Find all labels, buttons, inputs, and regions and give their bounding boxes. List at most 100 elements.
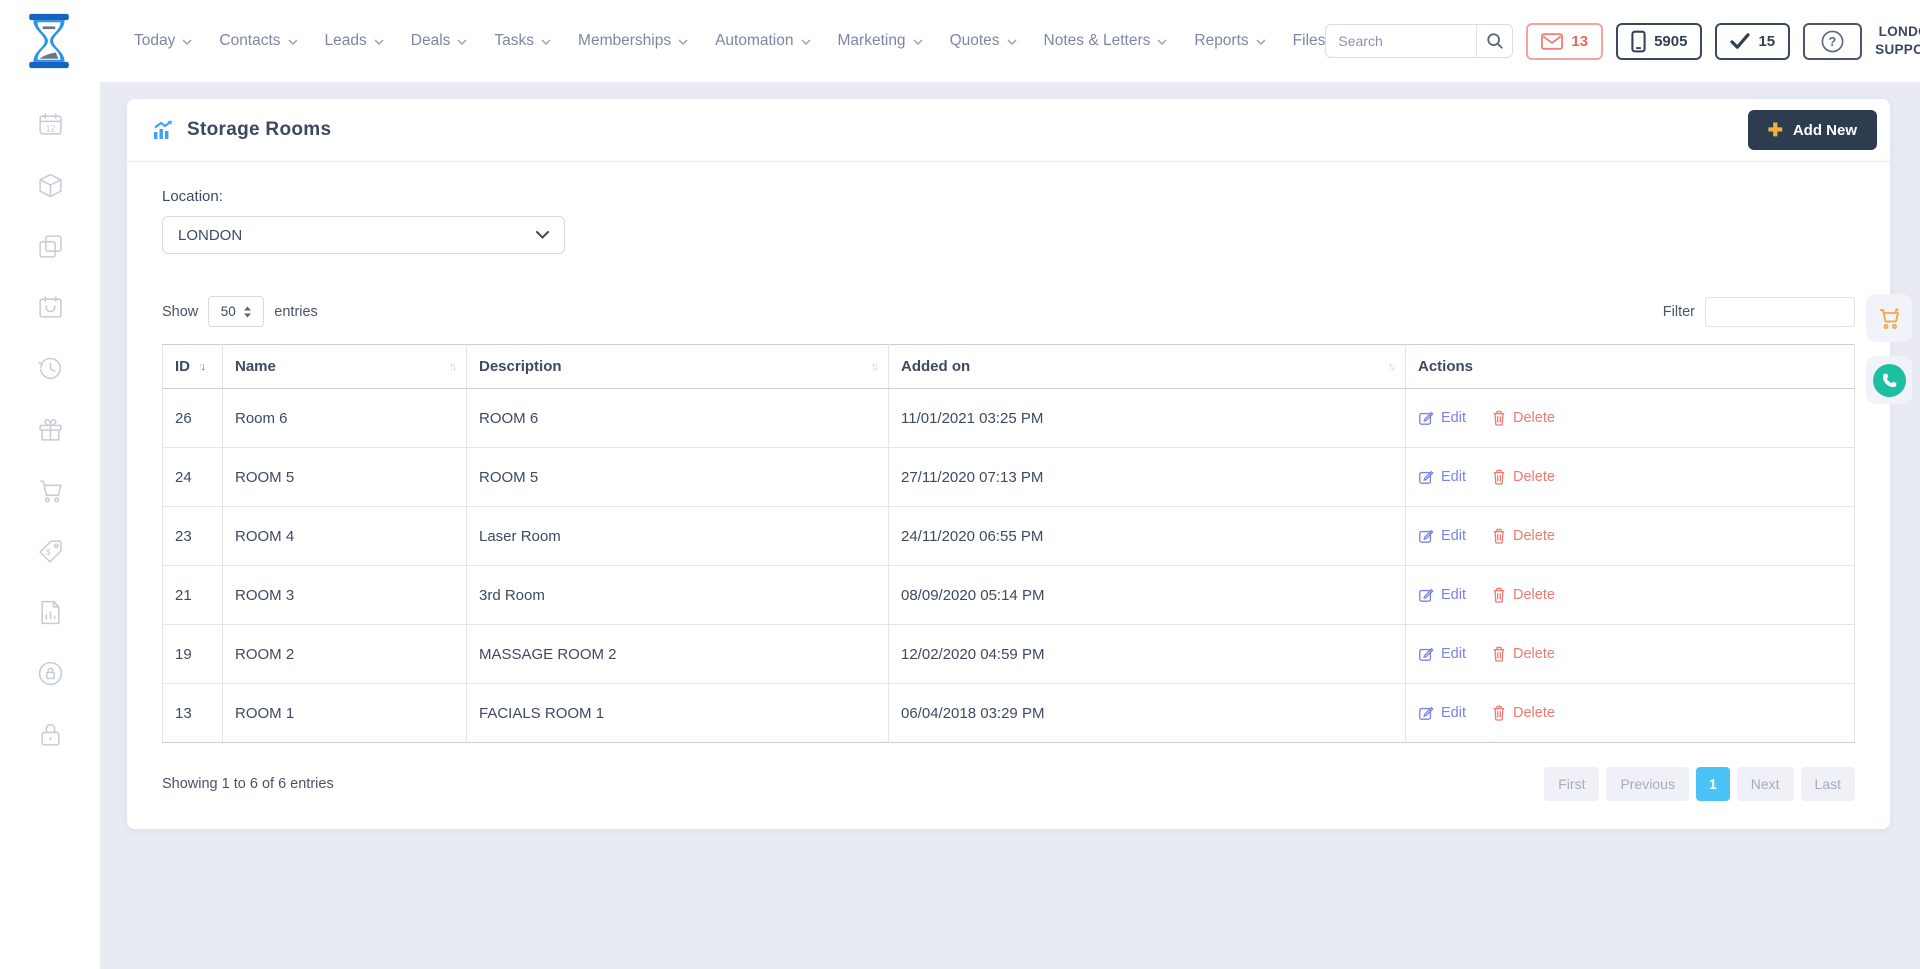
nav-contacts[interactable]: Contacts	[219, 32, 297, 50]
pagination-last[interactable]: Last	[1801, 767, 1855, 801]
search-input[interactable]	[1326, 33, 1476, 49]
calendar-icon[interactable]: 12	[36, 110, 64, 138]
cell-description: ROOM 6	[467, 389, 889, 448]
cell-description: 3rd Room	[467, 566, 889, 625]
edit-pencil-icon	[1418, 587, 1434, 603]
chevron-down-icon	[374, 39, 384, 45]
top-bar: Today Contacts Leads Deals Tasks Members…	[0, 0, 1920, 82]
price-tag-icon[interactable]: $	[36, 537, 64, 565]
topbar-right: 13 5905 15 ? LONDON SUPPORT	[1325, 20, 1920, 62]
calls-badge[interactable]: 5905	[1616, 23, 1702, 60]
search-button[interactable]	[1476, 25, 1512, 57]
delete-button[interactable]: Delete	[1492, 587, 1555, 603]
pagination-next[interactable]: Next	[1737, 767, 1794, 801]
question-mark-icon: ?	[1820, 29, 1845, 54]
edit-button[interactable]: Edit	[1418, 410, 1466, 426]
delete-button[interactable]: Delete	[1492, 646, 1555, 662]
lock-icon[interactable]	[36, 720, 64, 748]
column-header-description[interactable]: Description↑↓	[467, 345, 889, 389]
chevron-down-icon	[457, 39, 467, 45]
edit-pencil-icon	[1418, 528, 1434, 544]
column-header-added-on[interactable]: Added on↑↓	[889, 345, 1406, 389]
column-header-actions: Actions	[1406, 345, 1855, 389]
cell-name: ROOM 3	[223, 566, 467, 625]
duplicate-squares-icon[interactable]	[36, 232, 64, 260]
show-label: Show	[162, 304, 198, 320]
trash-icon	[1492, 410, 1506, 426]
cell-added-on: 12/02/2020 04:59 PM	[889, 625, 1406, 684]
edit-button[interactable]: Edit	[1418, 587, 1466, 603]
table-row: 21 ROOM 3 3rd Room 08/09/2020 05:14 PM E…	[163, 566, 1855, 625]
trash-icon	[1492, 469, 1506, 485]
nav-reports[interactable]: Reports	[1194, 32, 1265, 50]
cell-id: 19	[163, 625, 223, 684]
account-security-icon[interactable]	[36, 659, 64, 687]
chevron-down-icon	[1256, 39, 1266, 45]
floating-cart-button[interactable]	[1866, 294, 1912, 342]
edit-button[interactable]: Edit	[1418, 646, 1466, 662]
cell-id: 13	[163, 684, 223, 743]
delete-button[interactable]: Delete	[1492, 705, 1555, 721]
nav-marketing[interactable]: Marketing	[838, 32, 923, 50]
main-nav: Today Contacts Leads Deals Tasks Members…	[134, 32, 1325, 50]
products-box-icon[interactable]	[36, 171, 64, 199]
nav-memberships[interactable]: Memberships	[578, 32, 688, 50]
trash-icon	[1492, 705, 1506, 721]
svg-text:$: $	[46, 547, 51, 557]
floating-phone-button[interactable]	[1866, 356, 1912, 404]
cell-added-on: 06/04/2018 03:29 PM	[889, 684, 1406, 743]
column-header-id[interactable]: ID↑↓	[163, 345, 223, 389]
nav-quotes[interactable]: Quotes	[950, 32, 1017, 50]
trash-icon	[1492, 528, 1506, 544]
delete-button[interactable]: Delete	[1492, 469, 1555, 485]
nav-deals[interactable]: Deals	[411, 32, 468, 50]
filter-label: Filter	[1663, 304, 1695, 320]
cell-name: Room 6	[223, 389, 467, 448]
sort-icon: ↑↓	[871, 361, 876, 373]
delete-button[interactable]: Delete	[1492, 528, 1555, 544]
chevron-down-icon	[182, 39, 192, 45]
chevron-down-icon	[1007, 39, 1017, 45]
chevron-down-icon	[801, 39, 811, 45]
edit-button[interactable]: Edit	[1418, 705, 1466, 721]
add-new-button[interactable]: ✚ Add New	[1748, 110, 1877, 150]
nav-today[interactable]: Today	[134, 32, 192, 50]
cell-description: FACIALS ROOM 1	[467, 684, 889, 743]
messages-badge[interactable]: 13	[1526, 23, 1603, 60]
shopping-cart-icon[interactable]	[36, 476, 64, 504]
pagination: First Previous 1 Next Last	[1544, 767, 1855, 801]
page-title: Storage Rooms	[187, 119, 331, 141]
cell-description: Laser Room	[467, 507, 889, 566]
pagination-first[interactable]: First	[1544, 767, 1599, 801]
sort-icon: ↑↓	[449, 361, 454, 373]
help-badge[interactable]: ?	[1803, 23, 1862, 60]
filter-input[interactable]	[1705, 297, 1855, 327]
cell-name: ROOM 5	[223, 448, 467, 507]
storage-rooms-card: Storage Rooms ✚ Add New Location: LONDON…	[127, 99, 1890, 829]
report-document-icon[interactable]	[36, 598, 64, 626]
tasks-badge[interactable]: 15	[1715, 23, 1790, 60]
pagination-previous[interactable]: Previous	[1606, 767, 1688, 801]
cell-added-on: 08/09/2020 05:14 PM	[889, 566, 1406, 625]
delete-button[interactable]: Delete	[1492, 410, 1555, 426]
gift-icon[interactable]	[36, 415, 64, 443]
edit-button[interactable]: Edit	[1418, 528, 1466, 544]
nav-leads[interactable]: Leads	[325, 32, 384, 50]
nav-files[interactable]: Files	[1293, 32, 1326, 50]
nav-tasks[interactable]: Tasks	[494, 32, 551, 50]
spinner-arrows-icon	[243, 306, 252, 318]
history-clock-icon[interactable]	[36, 354, 64, 382]
appointments-calendar-icon[interactable]	[36, 293, 64, 321]
nav-notes-letters[interactable]: Notes & Letters	[1044, 32, 1168, 50]
cart-icon	[1876, 305, 1902, 331]
cell-description: MASSAGE ROOM 2	[467, 625, 889, 684]
page-length-select[interactable]: 50	[208, 296, 264, 327]
column-header-name[interactable]: Name↑↓	[223, 345, 467, 389]
nav-automation[interactable]: Automation	[715, 32, 810, 50]
cell-description: ROOM 5	[467, 448, 889, 507]
edit-button[interactable]: Edit	[1418, 469, 1466, 485]
pagination-page-1[interactable]: 1	[1696, 767, 1730, 801]
app-logo-hourglass[interactable]	[24, 13, 74, 69]
table-row: 23 ROOM 4 Laser Room 24/11/2020 06:55 PM…	[163, 507, 1855, 566]
location-select[interactable]: LONDON	[162, 216, 565, 254]
